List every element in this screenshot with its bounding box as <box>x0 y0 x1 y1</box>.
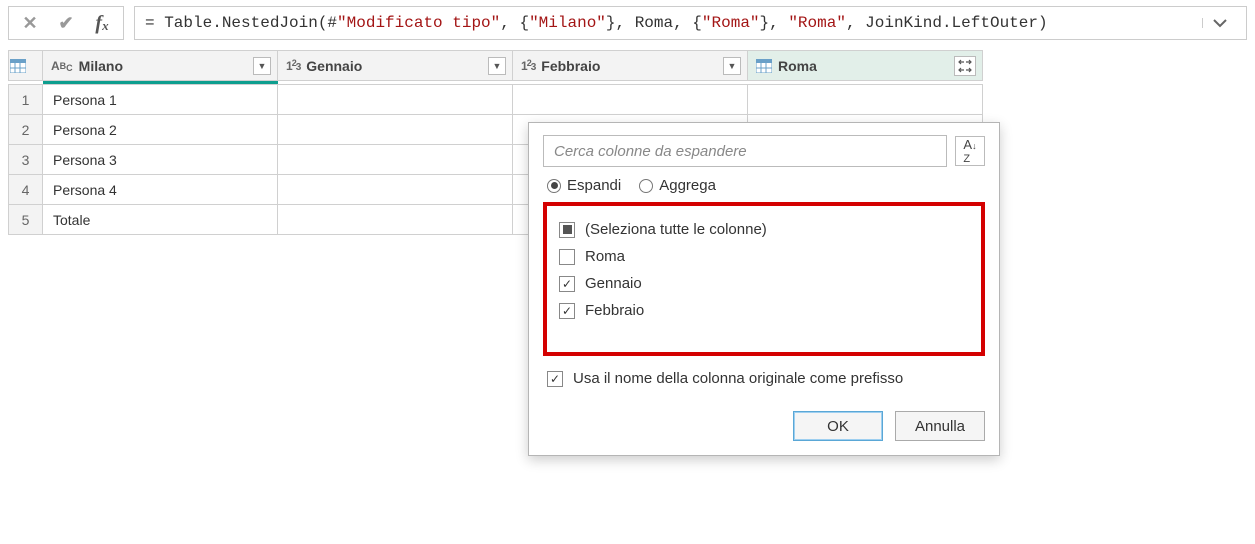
checkbox-icon <box>559 303 575 319</box>
checkbox-label: Gennaio <box>585 275 642 292</box>
radio-icon <box>639 179 653 193</box>
checkbox-roma[interactable]: Roma <box>555 243 973 270</box>
checkbox-label: (Seleziona tutte le colonne) <box>585 221 767 238</box>
checkbox-gennaio[interactable]: Gennaio <box>555 270 973 297</box>
number-type-icon: 123 <box>521 59 535 73</box>
cell[interactable]: Persona 1 <box>43 85 278 115</box>
filter-dropdown-icon[interactable]: ▼ <box>488 57 506 75</box>
cell[interactable] <box>278 175 513 205</box>
ok-button[interactable]: OK <box>793 411 883 441</box>
checkbox-label: Roma <box>585 248 625 265</box>
cell[interactable] <box>278 115 513 145</box>
cancel-formula-icon[interactable]: ✕ <box>15 9 45 37</box>
radio-label: Espandi <box>567 177 621 194</box>
cell[interactable]: Persona 4 <box>43 175 278 205</box>
column-label: Febbraio <box>541 58 600 74</box>
dialog-buttons: OK Annulla <box>543 411 985 441</box>
column-label: Roma <box>778 58 817 74</box>
radio-label: Aggrega <box>659 177 716 194</box>
cancel-button[interactable]: Annulla <box>895 411 985 441</box>
row-number: 3 <box>9 145 43 175</box>
expand-column-popup: Cerca colonne da espandere A↓Z Espandi A… <box>528 122 1000 456</box>
accept-formula-icon[interactable]: ✔ <box>51 9 81 37</box>
filter-dropdown-icon[interactable]: ▼ <box>723 57 741 75</box>
checkbox-use-prefix[interactable]: Usa il nome della colonna originale come… <box>543 368 985 387</box>
checkbox-select-all[interactable]: (Seleziona tutte le colonne) <box>555 216 973 243</box>
row-number: 4 <box>9 175 43 205</box>
fx-icon[interactable]: fx <box>87 9 117 37</box>
text-type-icon: ABC <box>51 59 73 73</box>
table-icon <box>10 59 41 73</box>
search-columns-input[interactable]: Cerca colonne da espandere <box>543 135 947 167</box>
radio-icon <box>547 179 561 193</box>
radio-aggregate[interactable]: Aggrega <box>639 177 716 194</box>
row-number: 2 <box>9 115 43 145</box>
cell[interactable]: Persona 2 <box>43 115 278 145</box>
checkbox-label: Febbraio <box>585 302 644 319</box>
cell[interactable] <box>748 85 983 115</box>
formula-tools: ✕ ✔ fx <box>8 6 124 40</box>
number-type-icon: 123 <box>286 59 300 73</box>
mode-radio-group: Espandi Aggrega <box>547 177 985 194</box>
formula-bar: ✕ ✔ fx = Table.NestedJoin(#"Modificato t… <box>0 0 1255 46</box>
grid-corner[interactable] <box>9 51 43 81</box>
highlight-box: (Seleziona tutte le colonne) Roma Gennai… <box>543 202 985 356</box>
table-type-icon <box>756 59 772 73</box>
formula-text: = Table.NestedJoin(# <box>145 14 337 32</box>
cell[interactable] <box>278 145 513 175</box>
checkbox-icon <box>559 222 575 238</box>
cell[interactable] <box>278 85 513 115</box>
column-label: Gennaio <box>306 58 362 74</box>
search-placeholder: Cerca colonne da espandere <box>554 143 747 160</box>
expand-column-icon[interactable] <box>954 56 976 76</box>
column-header-gennaio[interactable]: 123 Gennaio ▼ <box>278 51 513 81</box>
column-header-milano[interactable]: ABC Milano ▼ <box>43 51 278 81</box>
cell[interactable] <box>513 85 748 115</box>
column-header-roma[interactable]: Roma <box>748 51 983 81</box>
row-number: 5 <box>9 205 43 235</box>
radio-expand[interactable]: Espandi <box>547 177 621 194</box>
formula-expand-toggle[interactable] <box>1202 18 1236 28</box>
filter-dropdown-icon[interactable]: ▼ <box>253 57 271 75</box>
checkbox-icon <box>547 371 563 387</box>
row-number: 1 <box>9 85 43 115</box>
cell[interactable] <box>278 205 513 235</box>
checkbox-icon <box>559 276 575 292</box>
formula-input[interactable]: = Table.NestedJoin(#"Modificato tipo", {… <box>134 6 1247 40</box>
cell[interactable]: Totale <box>43 205 278 235</box>
cell[interactable]: Persona 3 <box>43 145 278 175</box>
checkbox-febbraio[interactable]: Febbraio <box>555 297 973 324</box>
column-label: Milano <box>79 58 123 74</box>
table-row[interactable]: 1 Persona 1 <box>9 85 983 115</box>
sort-az-icon: A↓Z <box>963 138 976 165</box>
column-header-febbraio[interactable]: 123 Febbraio ▼ <box>513 51 748 81</box>
checkbox-label: Usa il nome della colonna originale come… <box>573 370 903 387</box>
sort-az-button[interactable]: A↓Z <box>955 136 985 166</box>
checkbox-icon <box>559 249 575 265</box>
